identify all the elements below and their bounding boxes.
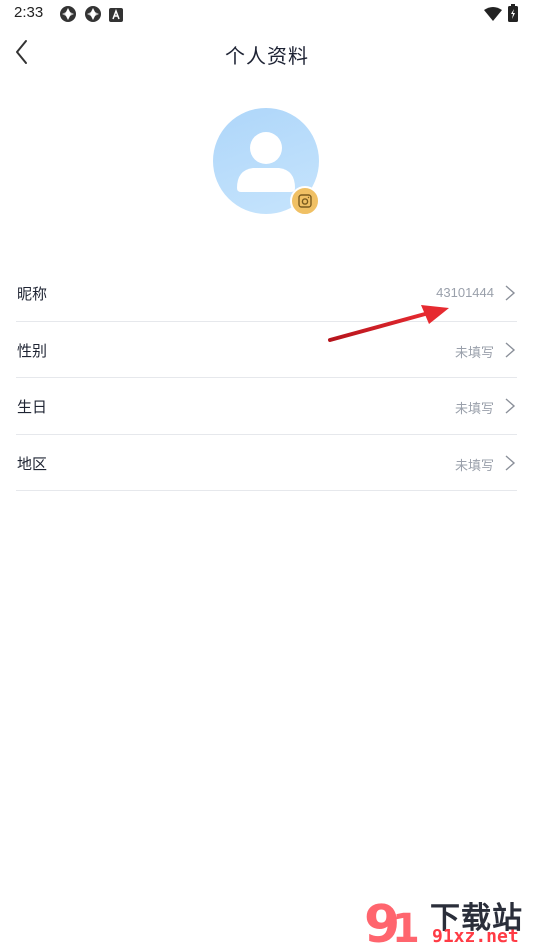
battery-icon <box>508 4 518 26</box>
avatar-upload[interactable] <box>213 108 321 216</box>
annotation-arrow <box>328 305 449 342</box>
row-birthday[interactable]: 生日 未填写 <box>16 378 517 435</box>
watermark-url: 91xz.net <box>432 926 519 947</box>
chevron-right-icon <box>505 454 516 471</box>
status-time: 2:33 <box>14 4 44 21</box>
row-value: 43101444 <box>436 285 494 300</box>
wifi-icon <box>484 6 502 25</box>
svg-text:1: 1 <box>392 906 420 950</box>
row-label: 地区 <box>17 454 48 473</box>
row-value: 未填写 <box>454 344 494 360</box>
chevron-right-icon <box>505 285 516 301</box>
row-value: 未填写 <box>454 401 494 416</box>
row-region[interactable]: 地区 未填写 <box>16 435 517 491</box>
row-value: 未填写 <box>454 457 494 473</box>
chevron-right-icon <box>505 398 516 414</box>
row-label: 性别 <box>17 341 48 360</box>
page-title: 个人资料 <box>225 44 309 68</box>
status-bar: 2:33 <box>0 0 534 28</box>
a-icon <box>109 7 123 26</box>
row-label: 昵称 <box>17 285 48 303</box>
app-notification-icon <box>59 5 77 27</box>
camera-icon <box>298 194 312 208</box>
camera-button[interactable] <box>290 186 320 216</box>
row-label: 生日 <box>17 398 48 416</box>
chevron-right-icon <box>505 341 516 358</box>
app-notification-icon <box>84 5 102 27</box>
profile-list: 昵称 43101444 性别 未填写 生日 未填写 地区 未填写 <box>16 265 517 491</box>
app-header: 个人资料 <box>0 28 534 78</box>
